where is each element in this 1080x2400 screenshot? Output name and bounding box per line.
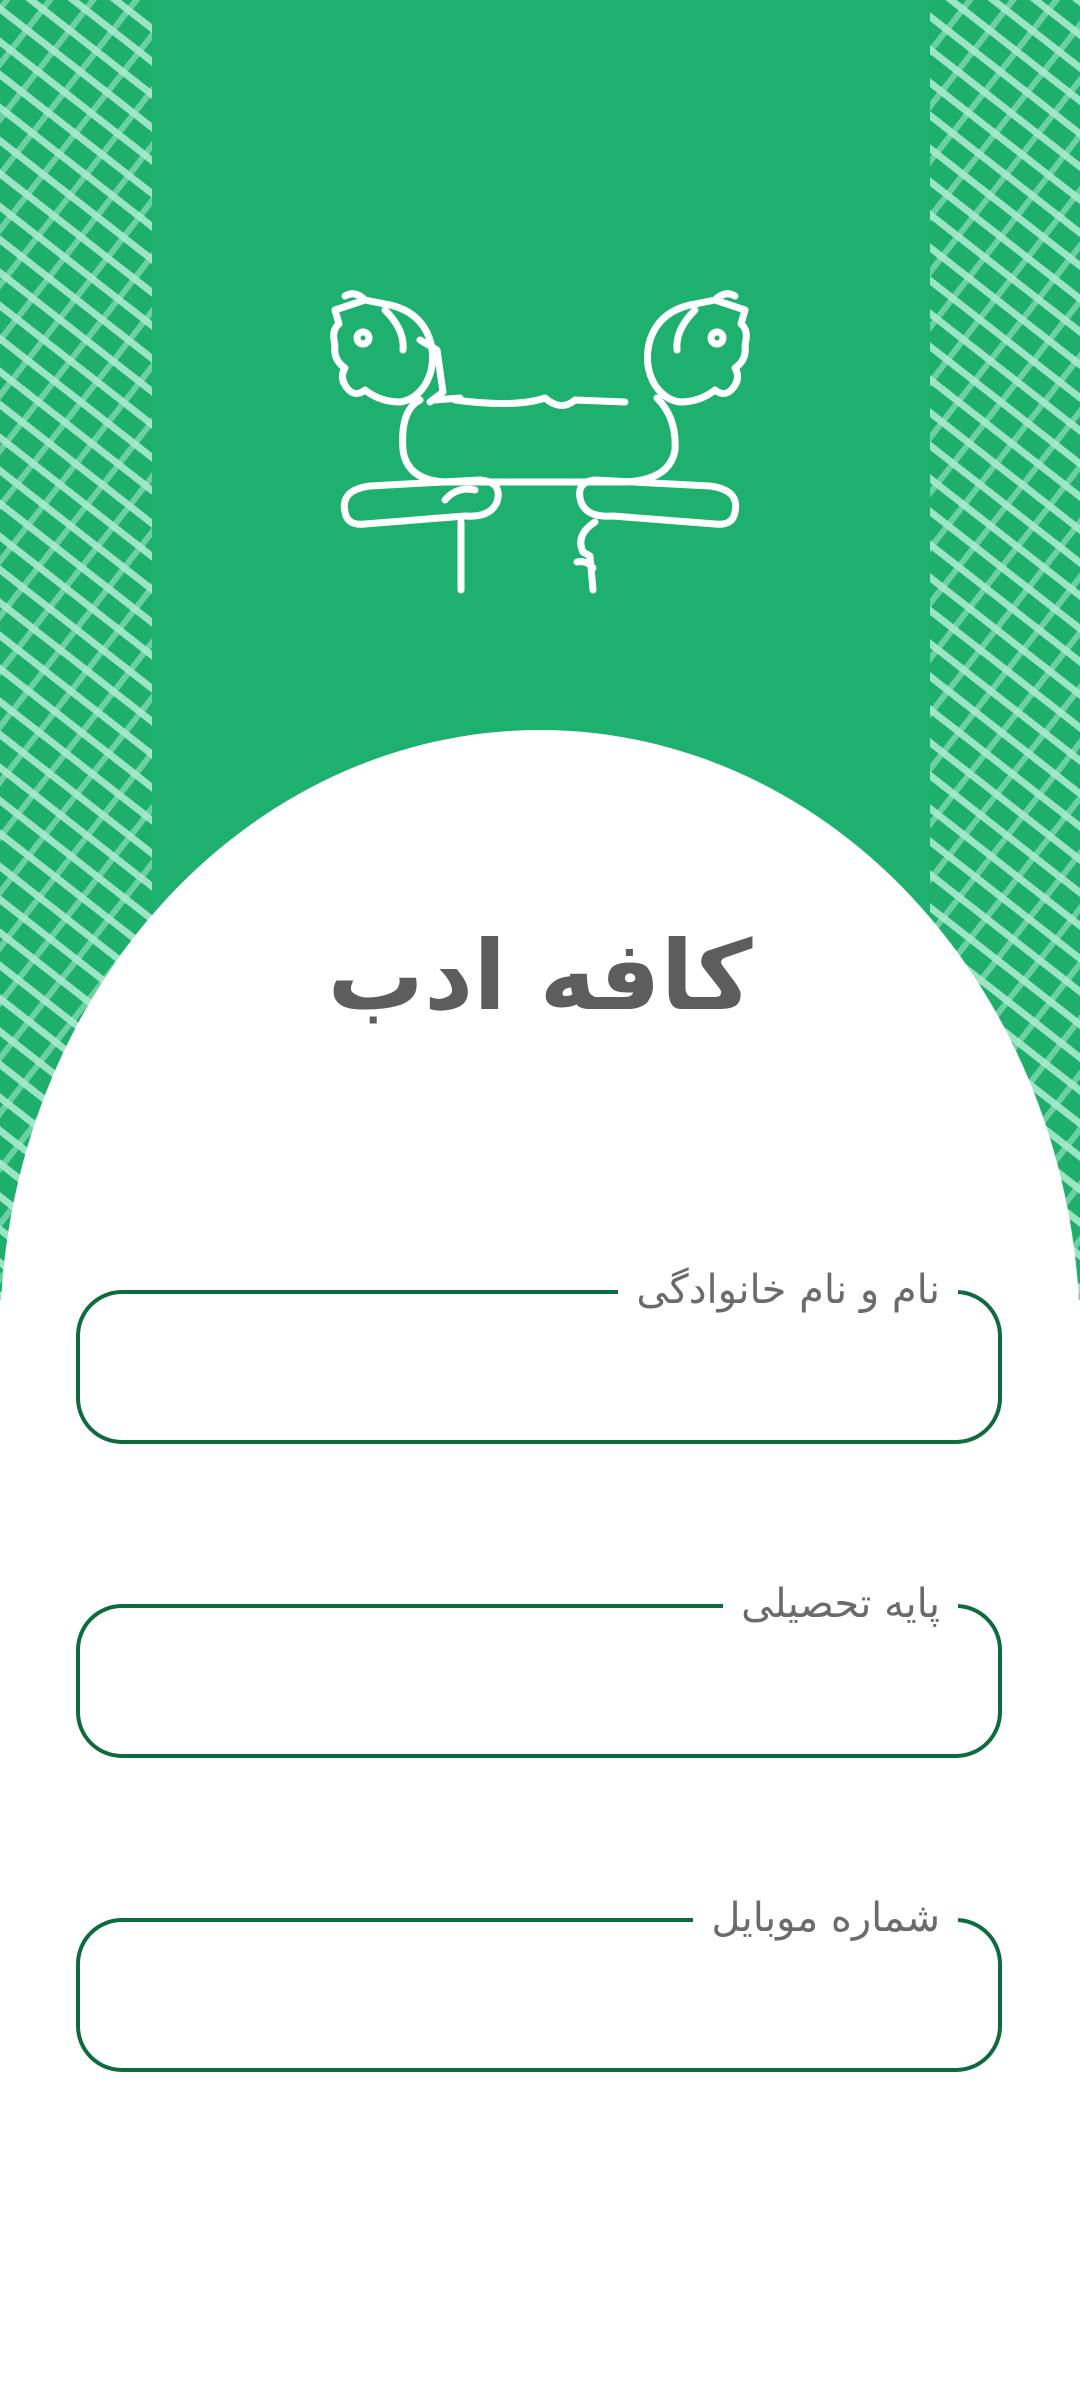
full-name-field[interactable]: نام و نام خانوادگی (76, 1264, 1002, 1444)
lamassu-horses-icon (330, 290, 750, 594)
grade-label: پایه تحصیلی (723, 1578, 958, 1630)
app-title: کافه ادب (327, 920, 753, 1032)
full-name-input[interactable] (120, 1332, 958, 1404)
grade-field[interactable]: پایه تحصیلی (76, 1578, 1002, 1758)
mobile-label: شماره موبایل (693, 1892, 958, 1944)
full-name-label: نام و نام خانوادگی (618, 1264, 958, 1316)
registration-screen: کافه ادب نام و نام خانوادگی پایه تحصیلی … (0, 0, 1080, 2400)
grade-input[interactable] (120, 1646, 958, 1718)
mobile-input[interactable] (120, 1960, 958, 2032)
mobile-field[interactable]: شماره موبایل (76, 1892, 1002, 2072)
